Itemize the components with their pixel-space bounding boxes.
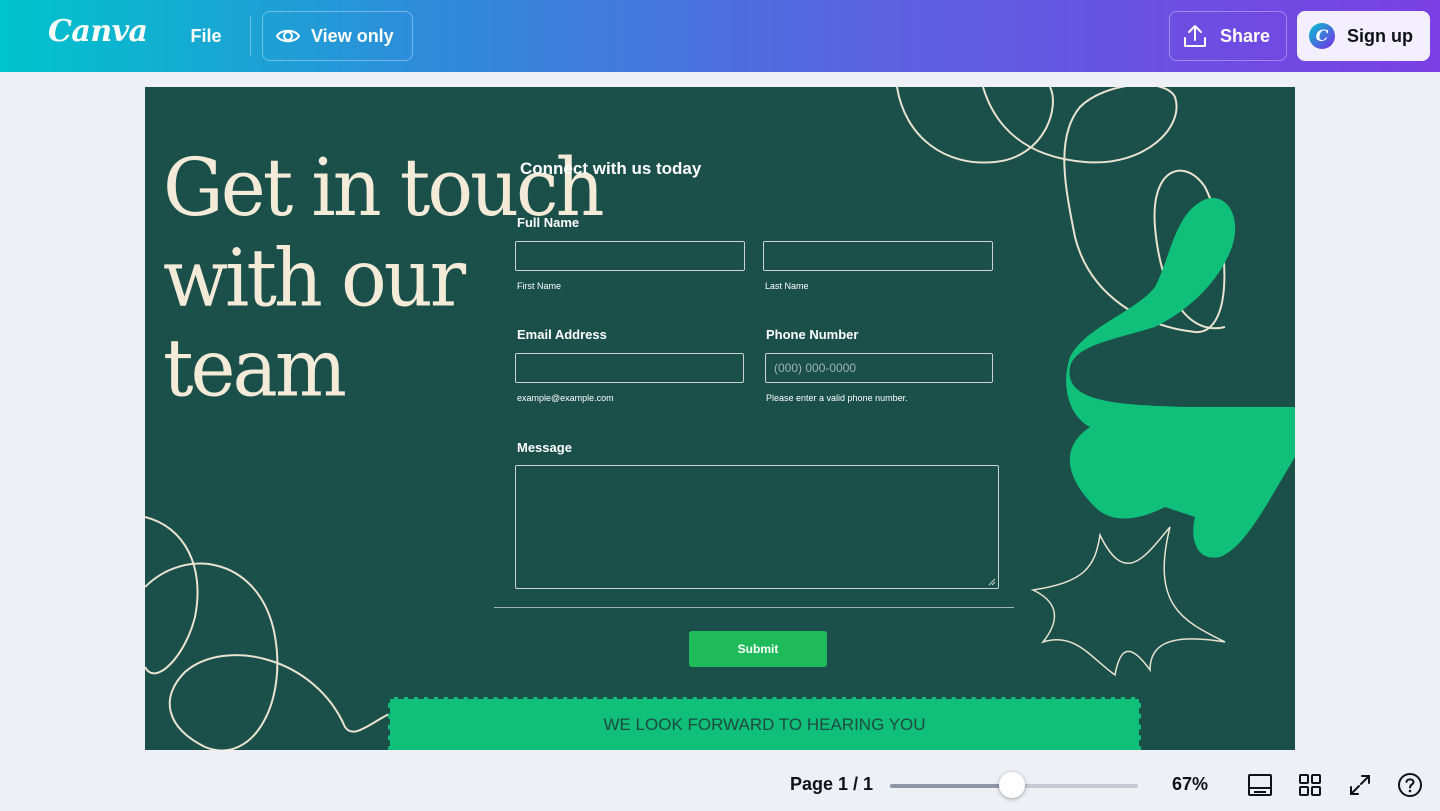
design-page: Get in touch with our team Connect with … [145, 87, 1295, 750]
resize-handle-icon[interactable] [988, 578, 996, 586]
star-burst-outline [1030, 526, 1226, 677]
scribble-loop-top [896, 87, 1054, 164]
submit-button[interactable]: Submit [689, 631, 827, 667]
scribble-loop-bottom-left [145, 516, 406, 750]
last-name-field[interactable] [763, 241, 993, 271]
message-textarea[interactable] [515, 465, 999, 589]
zoom-slider-fill [890, 784, 1012, 788]
sign-up-button[interactable]: C Sign up [1297, 11, 1430, 61]
phone-field[interactable]: (000) 000-0000 [765, 353, 993, 383]
email-label: Email Address [517, 327, 607, 342]
footer-band[interactable]: WE LOOK FORWARD TO HEARING YOU [388, 697, 1141, 750]
full-name-label: Full Name [517, 215, 580, 230]
email-field[interactable] [515, 353, 744, 383]
form-title: Connect with us today [520, 159, 702, 178]
zoom-slider-handle[interactable] [998, 772, 1025, 798]
form-separator [494, 607, 1014, 608]
notes-layout-icon[interactable] [1247, 772, 1273, 798]
email-hint: example@example.com [517, 393, 614, 403]
zoom-level[interactable]: 67% [1172, 774, 1208, 795]
first-name-field[interactable] [515, 241, 745, 271]
file-menu-button[interactable]: File [176, 18, 236, 54]
canva-logo-icon: C [1309, 23, 1335, 49]
headline: Get in touch with our team [163, 140, 605, 415]
headline-line-2: with our [163, 230, 466, 325]
share-label: Share [1220, 25, 1271, 46]
view-only-label: View only [311, 25, 394, 46]
message-label: Message [517, 440, 572, 455]
share-button[interactable]: Share [1169, 11, 1287, 61]
upload-share-icon [1184, 25, 1206, 47]
page-indicator[interactable]: Page 1 / 1 [790, 774, 873, 795]
top-bar: Canva File View only Share C Sign up [0, 0, 1440, 72]
grid-view-icon[interactable] [1297, 772, 1323, 798]
eye-icon [275, 29, 301, 43]
sign-up-label: Sign up [1347, 25, 1413, 46]
green-blob [1066, 198, 1295, 558]
headline-line-3: team [163, 321, 347, 415]
view-only-button[interactable]: View only [262, 11, 413, 61]
headline-line-1: Get in touch [163, 140, 605, 234]
fullscreen-icon[interactable] [1347, 772, 1373, 798]
first-name-sublabel: First Name [517, 281, 562, 291]
phone-label: Phone Number [766, 327, 859, 342]
help-icon[interactable] [1397, 772, 1423, 798]
canva-logo[interactable]: Canva [48, 14, 148, 49]
last-name-sublabel: Last Name [765, 281, 809, 291]
toolbar-divider [250, 16, 251, 56]
phone-hint: Please enter a valid phone number. [766, 393, 908, 403]
